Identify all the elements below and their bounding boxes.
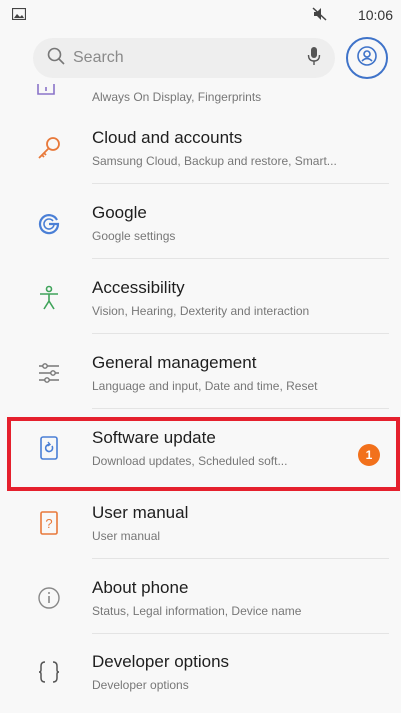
help-icon: ? <box>34 508 64 538</box>
gallery-icon <box>11 7 27 23</box>
lock-screen-subtitle: Always On Display, Fingerprints <box>92 90 262 104</box>
search-icon <box>47 47 65 70</box>
settings-item-subtitle: Developer options <box>92 678 189 692</box>
settings-item-software-update[interactable]: Software update Download updates, Schedu… <box>0 410 401 484</box>
search-input[interactable] <box>71 48 307 68</box>
settings-item-title: Software update <box>92 428 216 447</box>
settings-item-title: General management <box>92 353 257 372</box>
settings-item-subtitle: Vision, Hearing, Dexterity and interacti… <box>92 304 310 318</box>
settings-item-subtitle: Status, Legal information, Device name <box>92 604 302 618</box>
mute-icon <box>312 6 328 24</box>
settings-item-subtitle: Download updates, Scheduled soft... <box>92 454 288 468</box>
divider <box>92 258 389 259</box>
microphone-icon[interactable] <box>307 46 321 71</box>
update-badge: 1 <box>358 444 380 466</box>
profile-button[interactable] <box>346 37 388 79</box>
svg-text:?: ? <box>45 516 52 531</box>
settings-item-developer-options[interactable]: Developer options Developer options <box>0 634 401 708</box>
settings-item-title: User manual <box>92 503 189 522</box>
settings-item-title: About phone <box>92 578 189 597</box>
settings-item-general-management[interactable]: General management Language and input, D… <box>0 335 401 409</box>
settings-item-title: Google <box>92 203 147 222</box>
sliders-icon <box>34 358 64 388</box>
info-icon <box>34 583 64 613</box>
status-time: 10:06 <box>357 7 393 23</box>
search-bar[interactable] <box>33 38 335 78</box>
settings-item-cloud-accounts[interactable]: Cloud and accounts Samsung Cloud, Backup… <box>0 110 401 184</box>
divider <box>92 183 389 184</box>
settings-item-user-manual[interactable]: ? User manual User manual <box>0 485 401 559</box>
settings-item-subtitle: Language and input, Date and time, Reset <box>92 379 318 393</box>
lock-screen-icon <box>36 84 56 98</box>
settings-item-title: Accessibility <box>92 278 185 297</box>
settings-item-title: Developer options <box>92 652 230 671</box>
divider <box>92 558 389 559</box>
settings-item-google[interactable]: Google Google settings <box>0 185 401 259</box>
settings-item-accessibility[interactable]: Accessibility Vision, Hearing, Dexterity… <box>0 260 401 334</box>
settings-item-title: Cloud and accounts <box>92 128 243 147</box>
software-update-icon <box>34 433 64 463</box>
search-row <box>0 34 401 84</box>
google-icon <box>34 208 64 238</box>
divider <box>92 408 389 409</box>
settings-item-subtitle: Samsung Cloud, Backup and restore, Smart… <box>92 154 337 168</box>
divider <box>92 333 389 334</box>
settings-item-subtitle: Google settings <box>92 229 176 243</box>
status-bar: 10:06 <box>0 0 401 30</box>
key-icon <box>34 133 64 163</box>
settings-item-subtitle: User manual <box>92 529 161 543</box>
settings-item-about-phone[interactable]: About phone Status, Legal information, D… <box>0 560 401 634</box>
accessibility-icon <box>34 283 64 313</box>
profile-icon <box>356 45 378 72</box>
code-braces-icon <box>34 657 64 687</box>
